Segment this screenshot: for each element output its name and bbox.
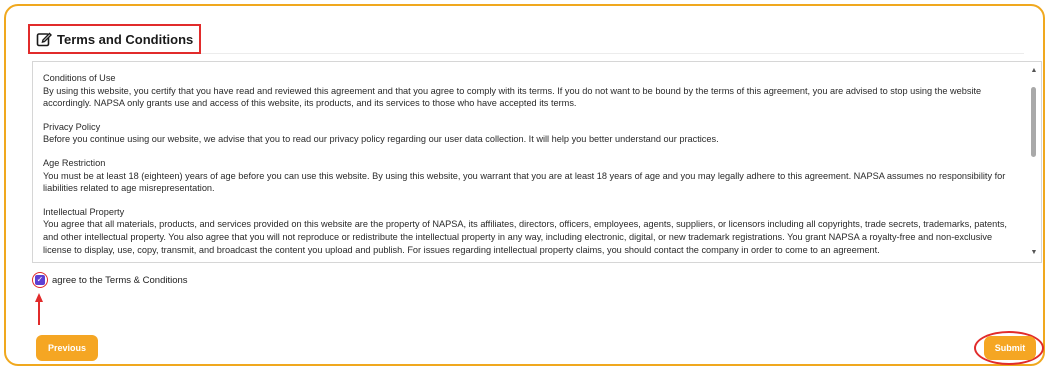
scroll-up-arrow-icon[interactable]: ▲	[1030, 67, 1038, 75]
annotation-arrow-icon	[35, 293, 43, 325]
section-body: By using this website, you certify that …	[43, 85, 982, 109]
section-title: Age Restriction	[43, 157, 106, 168]
scrollbar-thumb[interactable]	[1031, 87, 1036, 157]
terms-scroll-area[interactable]: Conditions of Use By using this website,…	[32, 61, 1042, 263]
terms-section: Privacy Policy Before you continue using…	[43, 121, 1023, 146]
vertical-scrollbar[interactable]: ▲ ▼	[1029, 65, 1039, 259]
terms-section: Conditions of Use By using this website,…	[43, 72, 1023, 110]
section-body: You agree that all materials, products, …	[43, 219, 1007, 255]
terms-section: Intellectual Property You agree that all…	[43, 206, 1023, 256]
checkbox-highlight-circle: ✓	[32, 272, 48, 288]
section-body: Before you continue using our website, w…	[43, 134, 719, 145]
agree-label[interactable]: agree to the Terms & Conditions	[52, 275, 188, 286]
edit-square-icon	[36, 32, 52, 47]
page-title: Terms and Conditions	[57, 31, 194, 47]
agreement-row: ✓ agree to the Terms & Conditions	[32, 272, 188, 288]
section-title: Intellectual Property	[43, 206, 125, 217]
panel-header: Terms and Conditions	[28, 24, 1024, 54]
title-highlight-box: Terms and Conditions	[28, 24, 202, 54]
terms-text: Conditions of Use By using this website,…	[43, 72, 1023, 258]
section-body: You must be at least 18 (eighteen) years…	[43, 170, 1006, 194]
section-title: Privacy Policy	[43, 121, 101, 132]
submit-button[interactable]: Submit	[984, 336, 1036, 360]
section-title: Conditions of Use	[43, 73, 116, 83]
scroll-down-arrow-icon[interactable]: ▼	[1030, 249, 1038, 257]
terms-panel: Terms and Conditions Conditions of Use B…	[4, 4, 1045, 366]
agree-checkbox[interactable]: ✓	[35, 275, 45, 285]
terms-section: Age Restriction You must be at least 18 …	[43, 157, 1023, 195]
previous-button[interactable]: Previous	[36, 335, 98, 361]
